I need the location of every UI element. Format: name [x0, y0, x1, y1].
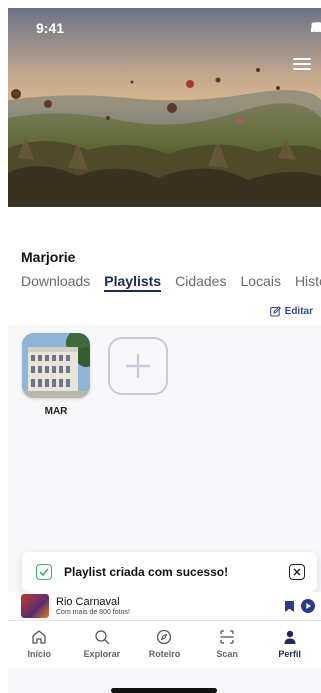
tab-playlists[interactable]: Playlists: [104, 273, 162, 292]
playlist-thumbnail: [22, 333, 90, 398]
nav-label: Início: [27, 649, 52, 659]
nav-label: Roteiro: [148, 649, 181, 659]
profile-name: Marjorie: [21, 249, 76, 265]
nav-scan[interactable]: Scan: [196, 621, 259, 668]
nav-label: Explorar: [83, 649, 121, 659]
home-icon: [32, 630, 46, 644]
edit-button[interactable]: Editar: [269, 306, 313, 317]
menu-button[interactable]: [293, 58, 311, 70]
building-photo: [22, 333, 90, 398]
nav-label: Perfil: [278, 649, 301, 659]
tab-downloads[interactable]: Downloads: [21, 273, 90, 292]
nav-perfil[interactable]: Perfil: [258, 621, 321, 668]
mini-player-title: Rio Carnaval: [56, 595, 120, 608]
tab-locais[interactable]: Locais: [240, 273, 280, 292]
profile-icon: [284, 630, 296, 644]
scan-icon: [220, 630, 234, 644]
compass-icon: [157, 629, 172, 645]
status-time: 9:41: [36, 20, 65, 36]
plus-icon: [125, 353, 151, 379]
menu-icon: [293, 58, 311, 60]
check-icon: [36, 564, 52, 580]
app-screen: 9:41 Marjorie Downloads Playlists Cidade…: [8, 8, 321, 693]
nav-inicio[interactable]: Início: [8, 621, 71, 668]
hero-image: 9:41: [8, 8, 321, 207]
search-icon: [95, 630, 110, 645]
bookmark-icon[interactable]: [284, 600, 295, 613]
balloon-landscape-image: [8, 8, 321, 207]
nav-explorar[interactable]: Explorar: [71, 621, 134, 668]
playlist-card[interactable]: MAR: [22, 333, 90, 417]
toast-message: Playlist criada com sucesso!: [64, 565, 229, 579]
playlist-name: MAR: [44, 406, 68, 417]
home-indicator: [111, 688, 217, 693]
tab-historico[interactable]: Histó: [295, 273, 321, 292]
profile-tabs: Downloads Playlists Cidades Locais Histó: [21, 273, 321, 292]
nav-label: Scan: [216, 649, 238, 659]
edit-icon: [269, 306, 281, 317]
bottom-navigation: Início Explorar Roteiro Scan Perfil: [8, 620, 321, 668]
mini-player-thumbnail: [21, 594, 49, 618]
mini-player-actions: [284, 599, 315, 613]
mini-player-subtitle: Com mais de 800 fotos!: [56, 608, 130, 616]
tab-cidades[interactable]: Cidades: [175, 273, 226, 292]
add-playlist-button[interactable]: [108, 337, 168, 395]
mini-player[interactable]: Rio Carnaval Com mais de 800 fotos!: [8, 592, 321, 620]
nav-roteiro[interactable]: Roteiro: [133, 621, 196, 668]
success-toast: Playlist criada com sucesso!: [22, 552, 317, 592]
close-icon[interactable]: [289, 564, 305, 580]
battery-icon: [311, 22, 321, 32]
play-icon[interactable]: [301, 599, 315, 613]
edit-label: Editar: [284, 306, 313, 317]
